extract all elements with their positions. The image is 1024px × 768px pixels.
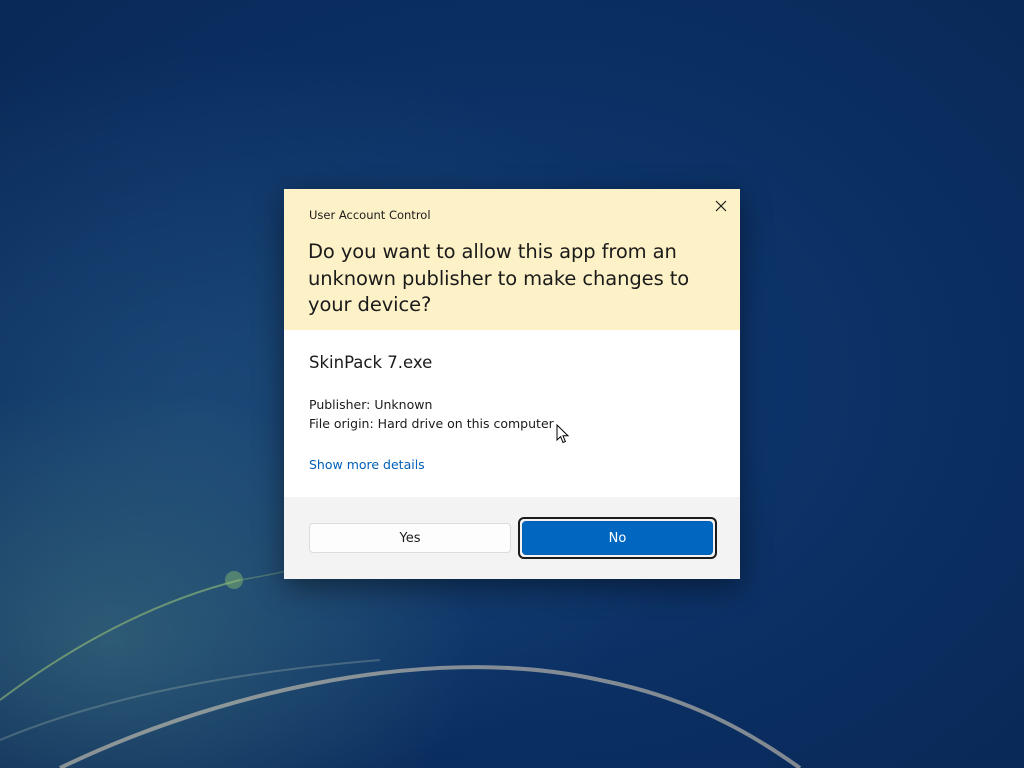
mouse-cursor-icon: [556, 424, 570, 444]
uac-question: Do you want to allow this app from an un…: [308, 240, 690, 316]
dialog-footer: Yes No: [284, 497, 740, 579]
dialog-body: SkinPack 7.exe Publisher: Unknown File o…: [284, 330, 740, 497]
yes-button[interactable]: Yes: [309, 523, 511, 553]
dialog-title: User Account Control: [309, 208, 431, 222]
desktop-background: User Account Control Do you want to allo…: [0, 0, 1024, 768]
uac-dialog: User Account Control Do you want to allo…: [284, 189, 740, 579]
publisher-info: Publisher: Unknown: [309, 397, 433, 412]
no-button[interactable]: No: [522, 521, 713, 555]
close-icon: [715, 200, 727, 212]
app-name: SkinPack 7.exe: [309, 353, 433, 372]
file-origin-info: File origin: Hard drive on this computer: [309, 416, 554, 431]
show-more-details-link[interactable]: Show more details: [309, 457, 425, 472]
dialog-header: User Account Control Do you want to allo…: [284, 189, 740, 330]
close-button[interactable]: [710, 195, 732, 217]
